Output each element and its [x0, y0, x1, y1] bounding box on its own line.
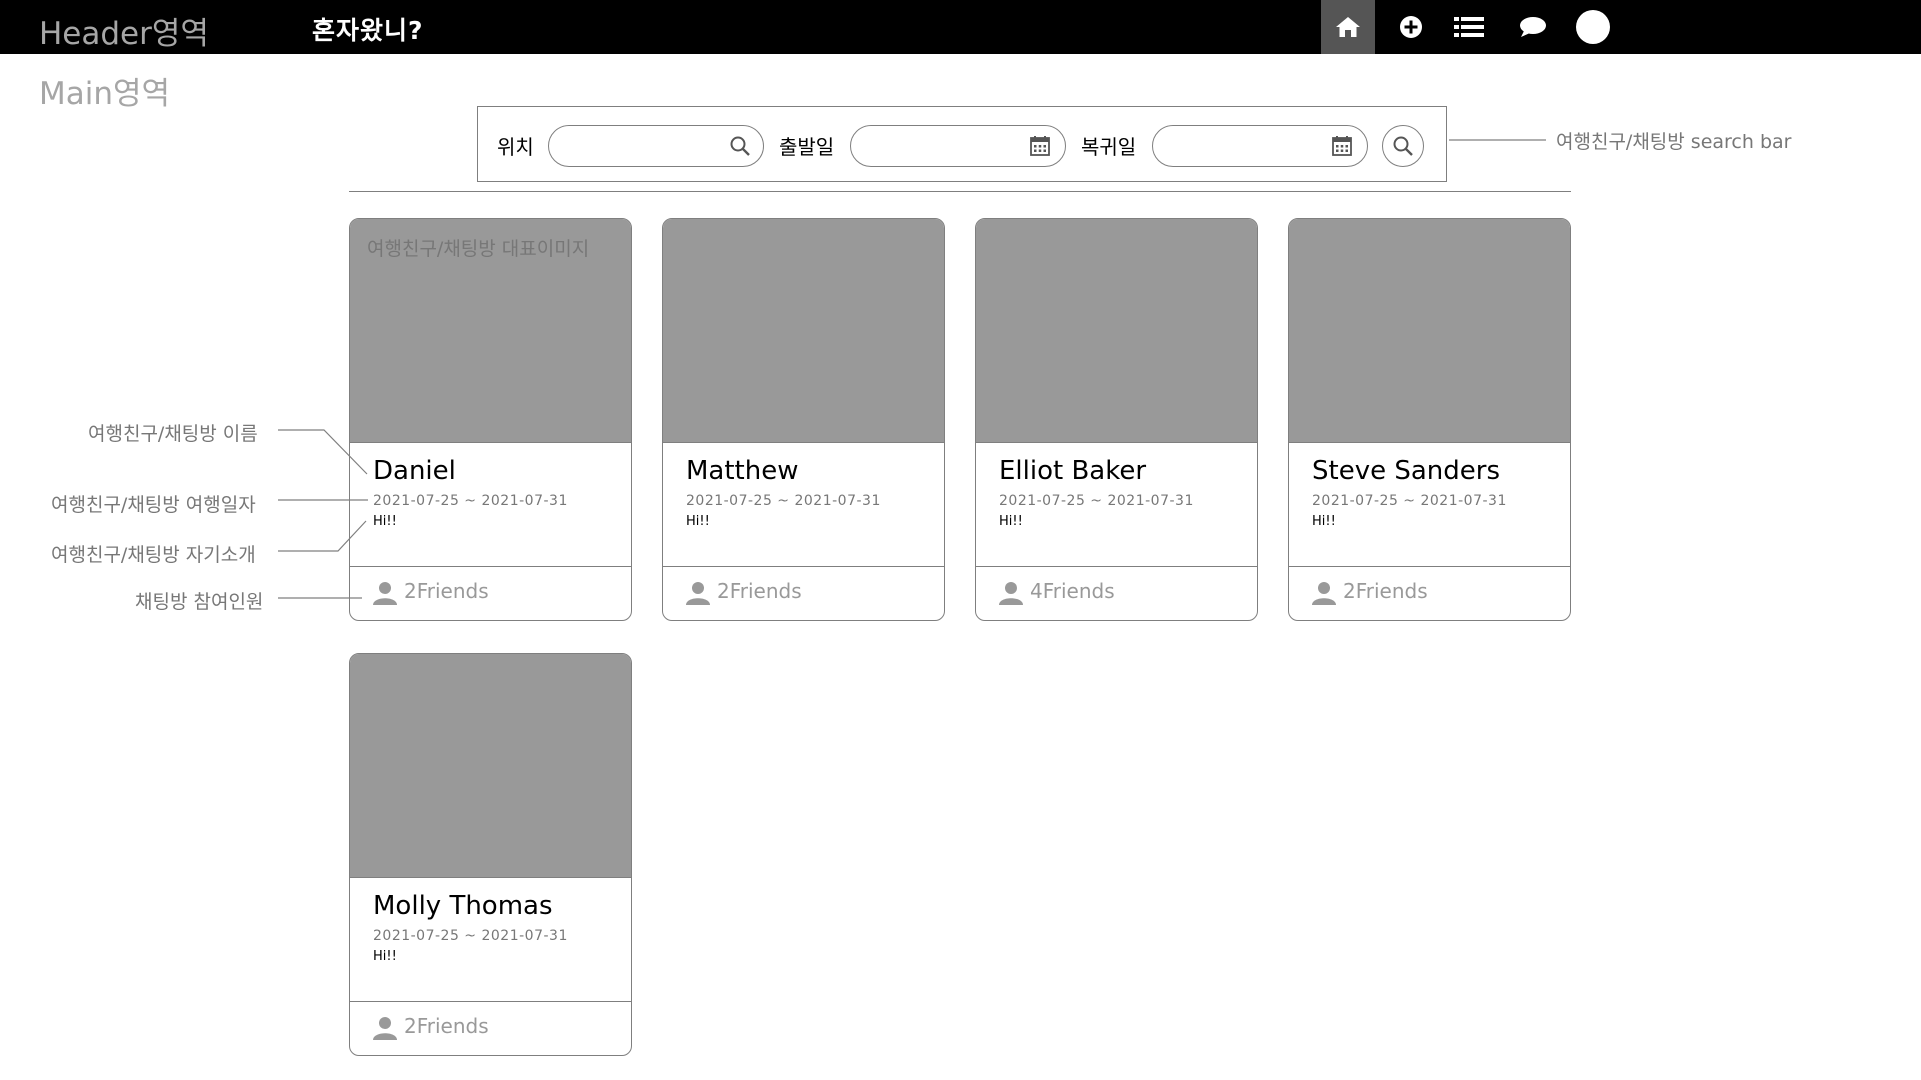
- card-image: 여행친구/채팅방 대표이미지: [350, 219, 631, 443]
- nav-profile-button[interactable]: [1566, 0, 1620, 54]
- return-date-input[interactable]: [1152, 125, 1368, 167]
- card-intro: Hi!!: [1312, 514, 1336, 529]
- card-intro: Hi!!: [686, 514, 710, 529]
- card-intro: Hi!!: [373, 514, 397, 529]
- location-input[interactable]: [548, 125, 764, 167]
- card-image: [663, 219, 944, 443]
- person-icon: [373, 582, 397, 605]
- card-dates: 2021-07-25 ~ 2021-07-31: [686, 493, 881, 509]
- search-submit-button[interactable]: [1382, 125, 1424, 167]
- person-icon: [686, 582, 710, 605]
- card-image: [976, 219, 1257, 443]
- friend-card[interactable]: 여행친구/채팅방 대표이미지 Daniel 2021-07-25 ~ 2021-…: [349, 218, 632, 621]
- card-image: [350, 654, 631, 878]
- annotation-card-intro: 여행친구/채팅방 자기소개: [51, 544, 256, 566]
- chat-bubble-icon: [1520, 17, 1546, 37]
- card-people-count: 2Friends: [404, 579, 489, 603]
- card-intro: Hi!!: [999, 514, 1023, 529]
- search-icon: [730, 136, 750, 156]
- nav-chat-button[interactable]: [1506, 0, 1560, 54]
- app-title[interactable]: 혼자왔니?: [312, 11, 424, 47]
- card-footer: 2Friends: [350, 566, 631, 620]
- card-footer: 2Friends: [350, 1001, 631, 1055]
- friend-card[interactable]: Elliot Baker 2021-07-25 ~ 2021-07-31 Hi!…: [975, 218, 1258, 621]
- card-name: Elliot Baker: [999, 456, 1147, 486]
- card-dates: 2021-07-25 ~ 2021-07-31: [1312, 493, 1507, 509]
- card-intro: Hi!!: [373, 949, 397, 964]
- person-icon: [1312, 582, 1336, 605]
- home-icon: [1336, 17, 1360, 37]
- avatar-circle-icon: [1576, 10, 1610, 44]
- search-icon: [1393, 136, 1413, 156]
- card-image-caption: 여행친구/채팅방 대표이미지: [367, 238, 590, 260]
- card-people-count: 4Friends: [1030, 579, 1115, 603]
- calendar-icon: [1030, 136, 1050, 156]
- list-icon: [1454, 17, 1484, 37]
- annotation-card-name: 여행친구/채팅방 이름: [88, 423, 258, 445]
- annotation-search-bar: 여행친구/채팅방 search bar: [1556, 131, 1792, 153]
- return-label: 복귀일: [1081, 135, 1137, 159]
- person-icon: [373, 1017, 397, 1040]
- card-name: Daniel: [373, 456, 456, 486]
- card-footer: 2Friends: [663, 566, 944, 620]
- annotation-card-people: 채팅방 참여인원: [135, 591, 264, 613]
- card-footer: 2Friends: [1289, 566, 1570, 620]
- search-divider: [349, 191, 1571, 192]
- main-area-label: Main영역: [39, 76, 171, 112]
- card-name: Steve Sanders: [1312, 456, 1500, 486]
- nav-home-button[interactable]: [1321, 0, 1375, 54]
- card-dates: 2021-07-25 ~ 2021-07-31: [373, 928, 568, 944]
- nav-add-button[interactable]: [1384, 0, 1438, 54]
- card-people-count: 2Friends: [1343, 579, 1428, 603]
- friend-card[interactable]: Matthew 2021-07-25 ~ 2021-07-31 Hi!! 2Fr…: [662, 218, 945, 621]
- departure-label: 출발일: [779, 135, 835, 159]
- departure-date-input[interactable]: [850, 125, 1066, 167]
- card-people-count: 2Friends: [404, 1014, 489, 1038]
- annotation-card-dates: 여행친구/채팅방 여행일자: [51, 494, 256, 516]
- card-image: [1289, 219, 1570, 443]
- calendar-icon: [1332, 136, 1352, 156]
- friend-card[interactable]: Steve Sanders 2021-07-25 ~ 2021-07-31 Hi…: [1288, 218, 1571, 621]
- plus-circle-icon: [1400, 16, 1422, 38]
- person-icon: [999, 582, 1023, 605]
- card-dates: 2021-07-25 ~ 2021-07-31: [373, 493, 568, 509]
- nav-list-button[interactable]: [1442, 0, 1496, 54]
- header-bar: Header영역 혼자왔니?: [0, 0, 1921, 54]
- card-footer: 4Friends: [976, 566, 1257, 620]
- card-dates: 2021-07-25 ~ 2021-07-31: [999, 493, 1194, 509]
- header-area-label: Header영역: [39, 16, 209, 52]
- card-name: Molly Thomas: [373, 891, 553, 921]
- card-name: Matthew: [686, 456, 799, 486]
- friend-card[interactable]: Molly Thomas 2021-07-25 ~ 2021-07-31 Hi!…: [349, 653, 632, 1056]
- location-label: 위치: [497, 135, 534, 159]
- search-bar: 위치 출발일 복귀일: [477, 106, 1447, 182]
- card-people-count: 2Friends: [717, 579, 802, 603]
